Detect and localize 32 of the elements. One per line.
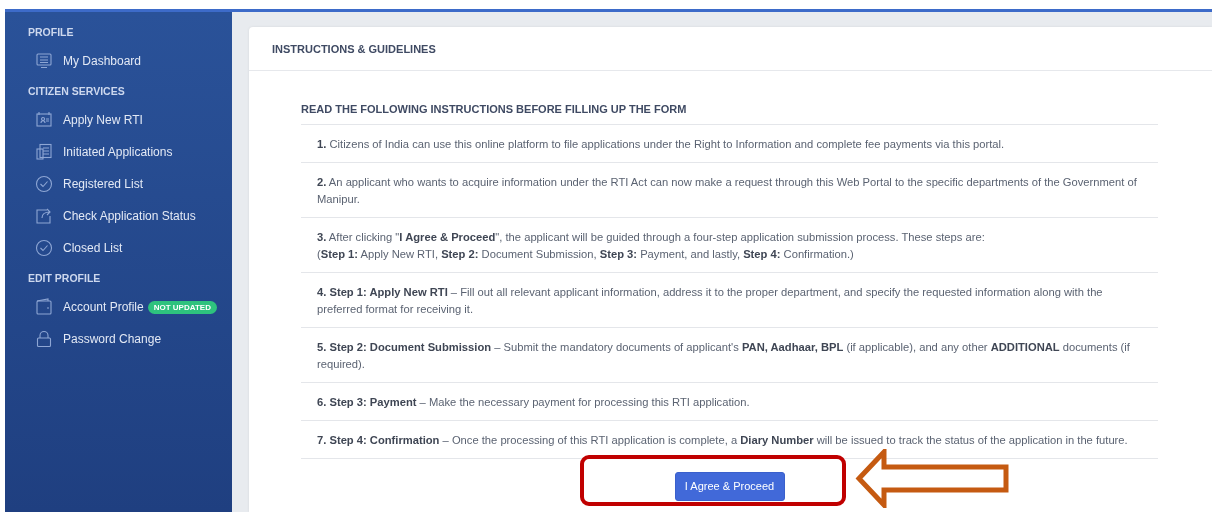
- instruction-text: 1. Citizens of India can use this online platform to file applications under the Right to Information and complete fee payments via this portal.: [317, 137, 1006, 152]
- instruction-text: 2. An applicant who wants to acquire information under the RTI Act can now make a request through this Web Portal to the specific departments of the Government of Manipur.: [317, 175, 1138, 207]
- sidebar-item[interactable]: Initiated Applications: [63, 145, 173, 159]
- section-heading: CITIZEN SERVICES: [27, 84, 126, 99]
- section-heading: PROFILE: [27, 25, 75, 40]
- monitor-icon: [35, 52, 53, 70]
- section-heading: READ THE FOLLOWING INSTRUCTIONS BEFORE FILLING UP THE FORM: [301, 103, 1158, 125]
- sidebar-item[interactable]: My Dashboard: [63, 54, 142, 68]
- sidebar-item[interactable]: Apply New RTI: [63, 113, 143, 127]
- status-badge: NOT UPDATED: [147, 300, 217, 314]
- card-title: INSTRUCTIONS & GUIDELINES: [249, 27, 1212, 71]
- sidebar-item[interactable]: Registered List: [63, 177, 144, 191]
- agree-button[interactable]: I Agree & Proceed: [674, 471, 785, 501]
- sidebar-item[interactable]: Password Change: [63, 332, 162, 346]
- wallet-icon: [35, 298, 53, 316]
- share-icon: [35, 207, 53, 225]
- sidebar-item[interactable]: Check Application Status: [63, 209, 196, 223]
- check-circle-icon: [35, 239, 53, 257]
- arrow-icon: [855, 449, 1010, 508]
- sidebar-item[interactable]: Account Profile: [63, 300, 144, 314]
- documents-icon: [35, 143, 53, 161]
- instruction-text: 7. Step 4: Confirmation – Once the processing of this RTI application is complete, a Diary Number will be issued to track the status of the application in the future.: [317, 433, 1129, 448]
- lock-icon: [35, 330, 53, 348]
- instruction-text: 4. Step 1: Apply New RTI – Fill out all relevant applicant information, address it to the proper department, and specify the requested information along with the preferred format for receiving it.: [317, 285, 1104, 317]
- check-circle-icon: [35, 175, 53, 193]
- instruction-text: 3. After clicking "I Agree & Proceed", the applicant will be guided through a four-step application submission process. These steps are:: [317, 230, 986, 245]
- sidebar-item[interactable]: Closed List: [63, 241, 123, 255]
- section-heading: EDIT PROFILE: [27, 271, 102, 286]
- instruction-text: 6. Step 3: Payment – Make the necessary payment for processing this RTI application.: [317, 395, 751, 410]
- instruction-text: (Step 1: Apply New RTI, Step 2: Document Submission, Step 3: Payment, and lastly, Step 4: Confirmation.): [317, 247, 855, 262]
- instruction-text: 5. Step 2: Document Submission – Submit the mandatory documents of applicant's PAN, Aadhaar, BPL (if applicable), and any other ADDITIONAL documents (if required).: [317, 340, 1131, 372]
- id-card-icon: [35, 111, 53, 129]
